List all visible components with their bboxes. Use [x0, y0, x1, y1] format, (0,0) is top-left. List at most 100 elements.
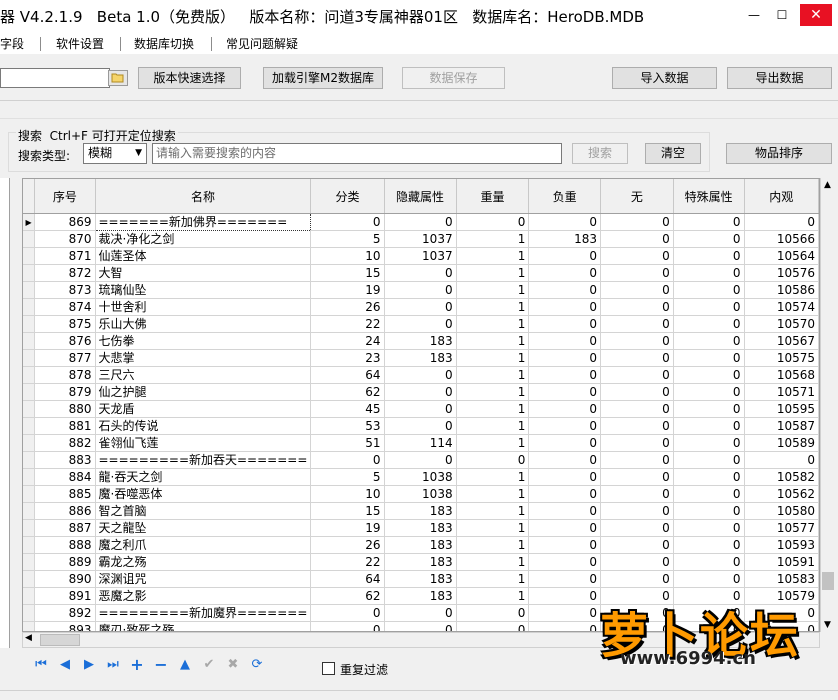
row-indicator[interactable] [23, 519, 36, 537]
cell-name[interactable]: 龍·吞天之剑 [95, 468, 312, 486]
table-row[interactable]: 890 深渊诅咒 64 183 1 0 0 0 10583 [23, 570, 819, 588]
cell-special-attr[interactable]: 0 [673, 570, 745, 588]
cell-id[interactable]: 890 [34, 570, 96, 588]
cell-hidden-attr[interactable]: 0 [384, 366, 457, 384]
cell-category[interactable]: 45 [310, 400, 385, 418]
cell-special-attr[interactable]: 0 [673, 451, 745, 469]
cell-load[interactable]: 0 [528, 332, 601, 350]
table-row[interactable]: 870 裁决·净化之剑 5 1037 1 183 0 0 10566 [23, 230, 819, 248]
cell-category[interactable]: 5 [310, 230, 385, 248]
cell-category[interactable]: 51 [310, 434, 385, 452]
cell-weight[interactable]: 0 [456, 604, 530, 622]
cell-category[interactable]: 26 [310, 298, 385, 316]
cell-weight[interactable]: 1 [456, 349, 530, 367]
cell-hidden-attr[interactable]: 0 [384, 604, 457, 622]
cell-special-attr[interactable]: 0 [673, 502, 745, 520]
cell-category[interactable]: 0 [310, 213, 385, 231]
cell-name[interactable]: 魔·吞噬恶体 [95, 485, 312, 503]
cell-weight[interactable]: 1 [456, 502, 530, 520]
menu-item-settings[interactable]: 软件设置 [56, 35, 104, 52]
cell-appearance[interactable]: 10567 [744, 332, 819, 350]
cell-special-attr[interactable]: 0 [673, 434, 745, 452]
cell-name[interactable]: 霸龙之殇 [95, 553, 312, 571]
cell-id[interactable]: 877 [34, 349, 96, 367]
cell-none[interactable]: 0 [600, 502, 674, 520]
cell-none[interactable]: 0 [600, 366, 674, 384]
cell-hidden-attr[interactable]: 183 [384, 349, 457, 367]
row-indicator[interactable] [23, 587, 36, 605]
cell-id[interactable]: 892 [34, 604, 96, 622]
cell-none[interactable]: 0 [600, 519, 674, 537]
cell-hidden-attr[interactable]: 183 [384, 502, 457, 520]
current-row-indicator-icon[interactable]: ▶ [23, 213, 36, 231]
cell-appearance[interactable]: 10589 [744, 434, 819, 452]
table-row[interactable]: 881 石头的传说 53 0 1 0 0 0 10587 [23, 417, 819, 435]
cell-none[interactable]: 0 [600, 451, 674, 469]
cancel-edit-icon[interactable]: ✖ [224, 656, 242, 674]
cell-load[interactable]: 0 [528, 383, 601, 401]
cell-weight[interactable]: 1 [456, 298, 530, 316]
cell-appearance[interactable]: 10575 [744, 349, 819, 367]
row-indicator[interactable] [23, 417, 36, 435]
duplicate-filter-checkbox[interactable] [322, 662, 335, 675]
cell-none[interactable]: 0 [600, 553, 674, 571]
cell-id[interactable]: 878 [34, 366, 96, 384]
search-type-select[interactable]: 模糊 ▼ [83, 143, 147, 164]
cell-none[interactable]: 0 [600, 485, 674, 503]
row-indicator[interactable] [23, 400, 36, 418]
cell-load[interactable]: 0 [528, 213, 601, 231]
table-row[interactable]: 883 =========新加吞天======= 0 0 0 0 0 0 0 [23, 451, 819, 469]
cell-name[interactable]: =========新加魔界======= [95, 604, 312, 622]
table-row[interactable]: 884 龍·吞天之剑 5 1038 1 0 0 0 10582 [23, 468, 819, 486]
cell-id[interactable]: 887 [34, 519, 96, 537]
cell-none[interactable]: 0 [600, 468, 674, 486]
cell-id[interactable]: 885 [34, 485, 96, 503]
cell-none[interactable]: 0 [600, 264, 674, 282]
cell-name[interactable]: 三尺六 [95, 366, 312, 384]
cell-appearance[interactable]: 10593 [744, 536, 819, 554]
cell-appearance[interactable]: 0 [744, 213, 819, 231]
cell-none[interactable]: 0 [600, 570, 674, 588]
cell-load[interactable]: 0 [528, 502, 601, 520]
row-indicator[interactable] [23, 604, 36, 622]
scroll-up-icon[interactable]: ▲ [824, 180, 831, 190]
cell-category[interactable]: 22 [310, 553, 385, 571]
prior-record-icon[interactable]: ◀ [56, 656, 74, 674]
cell-appearance[interactable]: 10591 [744, 553, 819, 571]
horizontal-scroll-thumb[interactable] [40, 634, 80, 646]
cell-appearance[interactable]: 10566 [744, 230, 819, 248]
cell-weight[interactable]: 1 [456, 230, 530, 248]
cell-hidden-attr[interactable]: 1037 [384, 247, 457, 265]
cell-special-attr[interactable]: 0 [673, 485, 745, 503]
cell-hidden-attr[interactable]: 183 [384, 570, 457, 588]
vertical-scroll-thumb[interactable] [822, 572, 834, 590]
cell-id[interactable]: 888 [34, 536, 96, 554]
cell-weight[interactable]: 1 [456, 247, 530, 265]
cell-special-attr[interactable]: 0 [673, 332, 745, 350]
cell-load[interactable]: 0 [528, 621, 601, 631]
row-indicator[interactable] [23, 230, 36, 248]
cell-appearance[interactable]: 10580 [744, 502, 819, 520]
column-header-special-attr[interactable]: 特殊属性 [673, 179, 745, 214]
row-indicator[interactable] [23, 553, 36, 571]
cell-name[interactable]: 恶魔之影 [95, 587, 312, 605]
cell-load[interactable]: 183 [528, 230, 601, 248]
cell-id[interactable]: 891 [34, 587, 96, 605]
cell-name[interactable]: 裁决·净化之剑 [95, 230, 312, 248]
cell-none[interactable]: 0 [600, 332, 674, 350]
cell-special-attr[interactable]: 0 [673, 366, 745, 384]
row-indicator[interactable] [23, 264, 36, 282]
cell-category[interactable]: 64 [310, 570, 385, 588]
cell-appearance[interactable]: 10564 [744, 247, 819, 265]
cell-category[interactable]: 0 [310, 451, 385, 469]
cell-name[interactable]: 琉璃仙坠 [95, 281, 312, 299]
cell-weight[interactable]: 1 [456, 281, 530, 299]
cell-weight[interactable]: 1 [456, 434, 530, 452]
cell-appearance[interactable]: 0 [744, 451, 819, 469]
cell-hidden-attr[interactable]: 0 [384, 383, 457, 401]
cell-name[interactable]: 天之龍坠 [95, 519, 312, 537]
cell-name[interactable]: 大悲掌 [95, 349, 312, 367]
cell-special-attr[interactable]: 0 [673, 553, 745, 571]
cell-category[interactable]: 15 [310, 502, 385, 520]
cell-hidden-attr[interactable]: 183 [384, 519, 457, 537]
